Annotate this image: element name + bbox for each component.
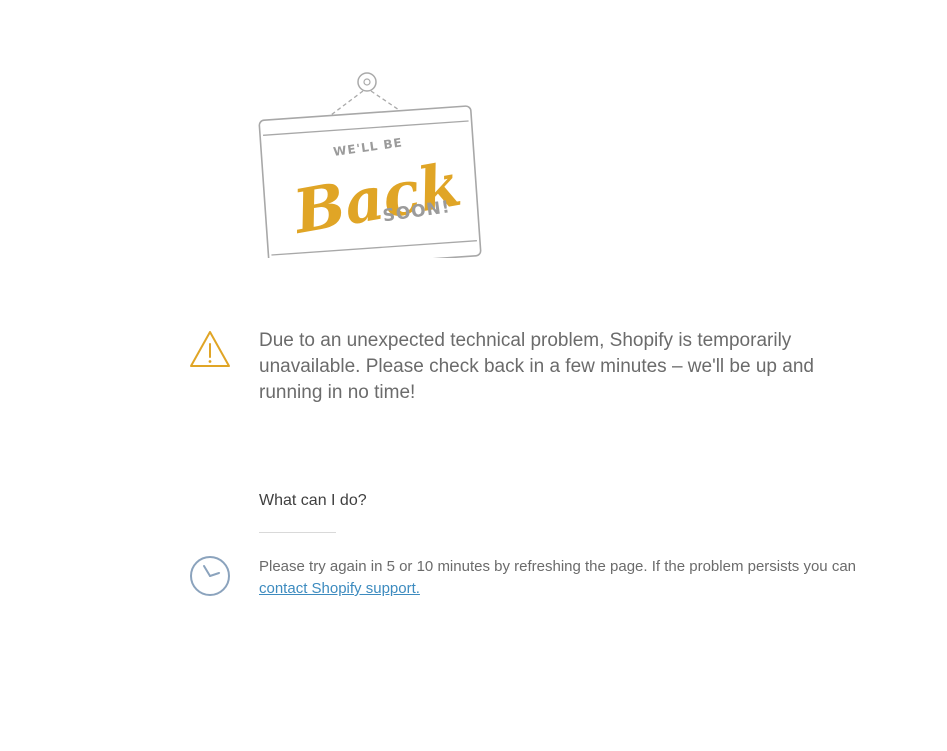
- section-divider: [259, 532, 336, 533]
- what-can-i-do-heading: What can I do?: [259, 492, 367, 509]
- contact-support-link[interactable]: contact Shopify support.: [259, 580, 420, 597]
- error-message: Due to an unexpected technical problem, …: [259, 330, 814, 403]
- clock-icon: [190, 556, 230, 596]
- well-be-back-soon-sign: WE'LL BE Back SOON!: [258, 72, 482, 258]
- warning-icon: [190, 331, 230, 367]
- advice-text: Please try again in 5 or 10 minutes by r…: [259, 556, 869, 600]
- sign-hook-hole: [363, 78, 371, 86]
- advice-sentence: Please try again in 5 or 10 minutes by r…: [259, 558, 856, 575]
- sign-hook: [357, 72, 377, 92]
